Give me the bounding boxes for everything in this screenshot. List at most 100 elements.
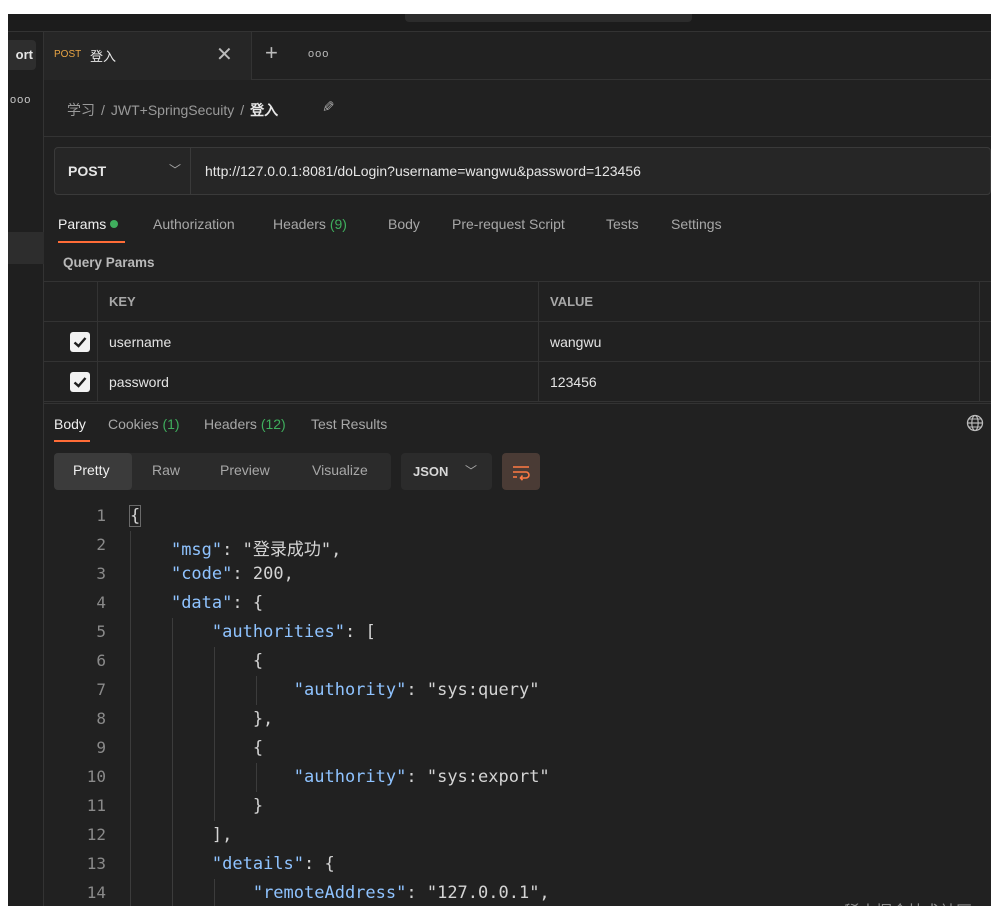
- close-icon[interactable]: ✕: [216, 42, 233, 67]
- cookies-label: Cookies: [108, 416, 159, 432]
- tab-more-icon[interactable]: ooo: [308, 48, 329, 60]
- code-line: 7 "authority": "sys:query": [44, 676, 991, 705]
- watermark: @稀土掘金技术社区: [828, 898, 972, 906]
- response-tab-test-results[interactable]: Test Results: [311, 416, 387, 432]
- tab-settings[interactable]: Settings: [671, 216, 722, 232]
- response-panel: Body Cookies (1) Headers (12) Test Resul…: [44, 403, 991, 906]
- format-preview[interactable]: Preview: [220, 462, 270, 478]
- code-text: "remoteAddress": "127.0.0.1",: [252, 883, 550, 903]
- code-text: "authority": "sys:query": [293, 680, 540, 700]
- global-search[interactable]: [405, 14, 692, 22]
- code-text: ],: [130, 825, 233, 845]
- chevron-down-icon: ﹀: [169, 163, 182, 177]
- breadcrumb-current[interactable]: 登入: [250, 102, 278, 118]
- tab-body[interactable]: Body: [388, 216, 420, 232]
- response-code-view[interactable]: 1{2 "msg": "登录成功", 3 "code": 200, 4 "data"…: [44, 502, 991, 906]
- code-line: 2 "msg": "登录成功",: [44, 531, 991, 560]
- wrap-lines-button[interactable]: [502, 453, 540, 490]
- line-number: 4: [96, 593, 106, 612]
- code-text: "authorities": [: [211, 622, 376, 642]
- edit-pencil-icon[interactable]: ✎: [322, 98, 335, 116]
- new-tab-icon[interactable]: +: [265, 40, 278, 66]
- tab-params-label: Params: [58, 216, 107, 232]
- line-number: 7: [96, 680, 106, 699]
- param-checkbox[interactable]: [70, 372, 90, 392]
- format-raw[interactable]: Raw: [152, 462, 180, 478]
- param-key: username: [109, 334, 172, 350]
- format-visualize[interactable]: Visualize: [312, 462, 368, 478]
- tab-login[interactable]: POST 登入 ✕: [44, 32, 252, 80]
- code-text: {: [130, 738, 264, 758]
- code-line: 8 },: [44, 705, 991, 734]
- line-number: 2: [96, 535, 106, 554]
- tab-tests[interactable]: Tests: [606, 216, 639, 232]
- tab-bar: POST 登入 ✕ + ooo: [44, 32, 991, 80]
- table-row: password 123456: [44, 362, 991, 402]
- param-key-cell[interactable]: username: [98, 322, 539, 362]
- code-text: "data": {: [170, 593, 264, 613]
- import-button[interactable]: ort: [8, 40, 36, 70]
- table-row: username wangwu: [44, 322, 991, 362]
- language-label: JSON: [413, 464, 449, 479]
- cookies-count: (1): [162, 416, 180, 432]
- check-icon: [73, 337, 87, 348]
- active-tab-underline: [58, 241, 125, 243]
- code-text: }: [130, 796, 264, 816]
- line-number: 14: [86, 883, 106, 902]
- key-column-header: KEY: [109, 294, 136, 309]
- format-toggle: Pretty Raw Preview Visualize: [54, 453, 391, 490]
- line-number: 5: [96, 622, 106, 641]
- code-text: {: [130, 651, 264, 671]
- breadcrumb-item[interactable]: JWT+SpringSecuity: [111, 102, 234, 118]
- code-line: 3 "code": 200,: [44, 560, 991, 589]
- line-number: 8: [96, 709, 106, 728]
- postman-window: ort ooo POST 登入 ✕ + ooo 学习 / JWT+SpringSec…: [8, 14, 991, 906]
- tab-params[interactable]: Params: [58, 216, 119, 232]
- check-icon: [73, 377, 87, 388]
- param-checkbox[interactable]: [70, 332, 90, 352]
- response-tab-cookies[interactable]: Cookies (1): [108, 416, 180, 432]
- param-value-cell[interactable]: 123456: [539, 362, 980, 402]
- tab-prerequest-script[interactable]: Pre-request Script: [452, 216, 565, 232]
- params-active-dot: [110, 220, 119, 228]
- sidebar-more-icon[interactable]: ooo: [10, 94, 31, 106]
- param-value-cell[interactable]: wangwu: [539, 322, 980, 362]
- wrap-lines-icon: [513, 466, 530, 481]
- tab-method-badge: POST: [54, 49, 82, 60]
- code-line: 6 {: [44, 647, 991, 676]
- tab-headers[interactable]: Headers (9): [273, 216, 347, 232]
- url-input[interactable]: [205, 163, 965, 179]
- line-number: 9: [96, 738, 106, 757]
- line-number: 13: [86, 854, 106, 873]
- tab-authorization[interactable]: Authorization: [153, 216, 235, 232]
- line-number: 3: [96, 564, 106, 583]
- response-headers-label: Headers: [204, 416, 257, 432]
- method-select[interactable]: POST ﹀: [55, 148, 191, 194]
- language-select[interactable]: JSON ﹀: [401, 453, 492, 490]
- param-value: wangwu: [550, 334, 602, 350]
- breadcrumb-separator: /: [240, 102, 245, 118]
- breadcrumb: 学习 / JWT+SpringSecuity / 登入 ✎: [44, 80, 991, 137]
- table-header-row: KEY VALUE: [44, 282, 991, 322]
- breadcrumb-separator: /: [101, 102, 105, 118]
- param-value: 123456: [550, 374, 597, 390]
- globe-icon[interactable]: [966, 414, 984, 432]
- line-number: 1: [96, 506, 106, 525]
- line-number: 6: [96, 651, 106, 670]
- response-tab-body[interactable]: Body: [54, 416, 86, 432]
- title-strip: [8, 14, 991, 32]
- sidebar: ort ooo: [8, 32, 44, 906]
- query-params-title: Query Params: [63, 255, 155, 270]
- line-number: 12: [86, 825, 106, 844]
- sidebar-selected-item[interactable]: [8, 232, 44, 264]
- code-text: },: [130, 709, 274, 729]
- request-tabs: Params Authorization Headers (9) Body Pr…: [44, 210, 991, 248]
- code-line: 12 ],: [44, 821, 991, 850]
- headers-count: (9): [329, 216, 347, 232]
- response-tab-headers[interactable]: Headers (12): [204, 416, 286, 432]
- param-key-cell[interactable]: password: [98, 362, 539, 402]
- code-line: 1{: [44, 502, 991, 531]
- format-pretty[interactable]: Pretty: [73, 462, 110, 478]
- breadcrumb-item[interactable]: 学习: [67, 102, 95, 118]
- code-line: 10 "authority": "sys:export": [44, 763, 991, 792]
